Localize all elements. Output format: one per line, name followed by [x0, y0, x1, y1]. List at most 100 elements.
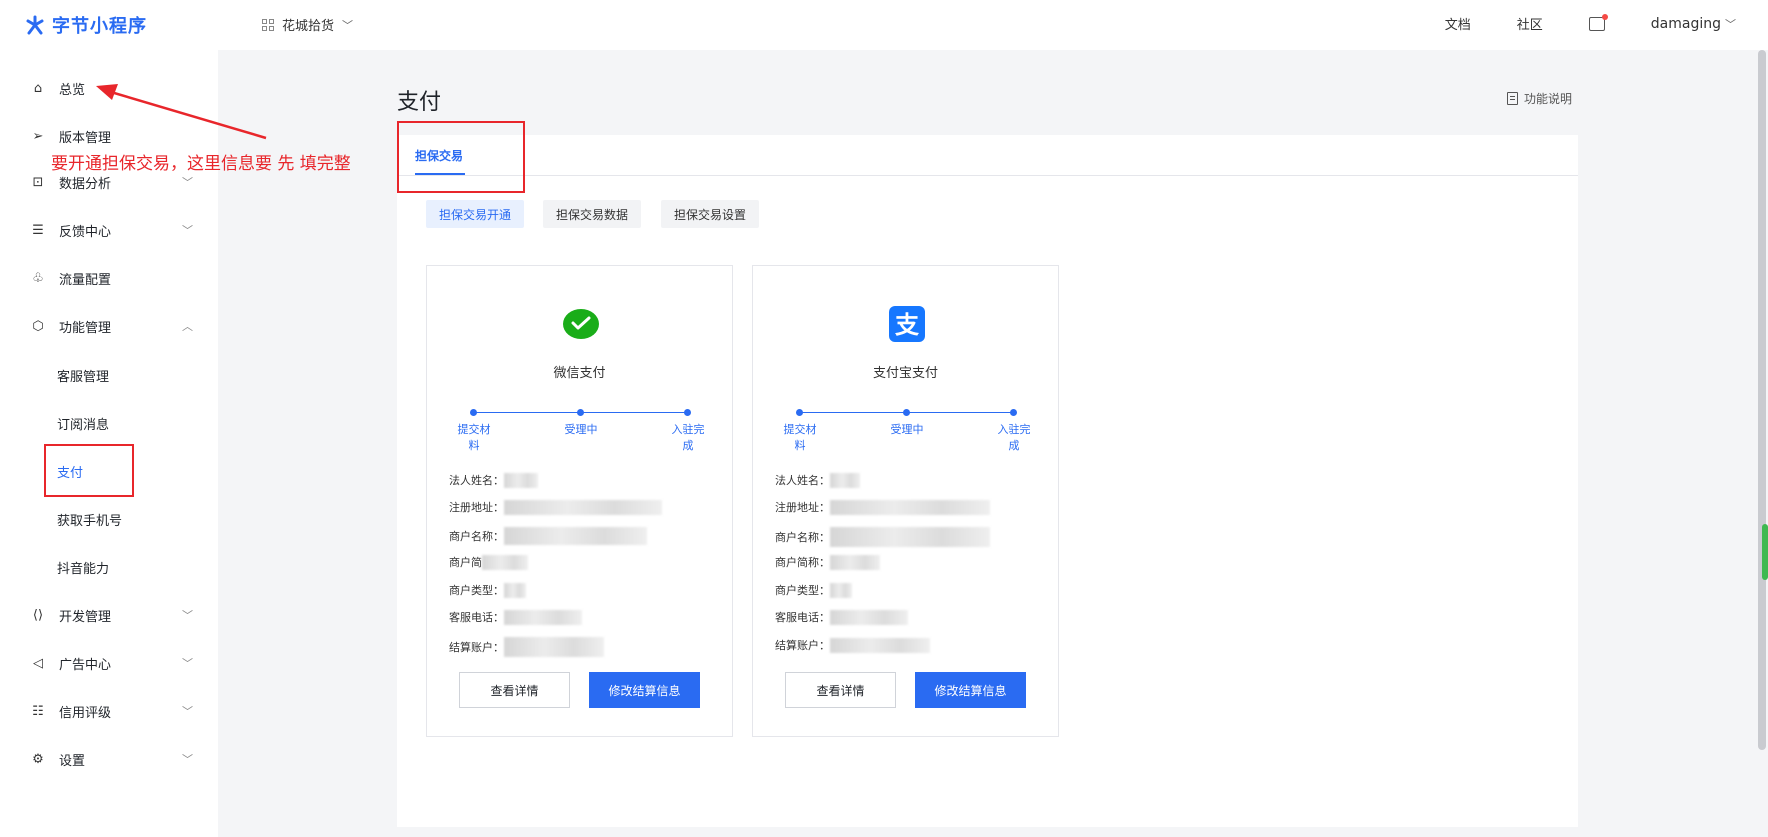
grid-icon — [262, 18, 274, 31]
svg-text:支: 支 — [895, 311, 920, 339]
field-merchant-short: 商户简 — [449, 554, 528, 570]
sidebar-sub-douyin[interactable]: 抖音能力 — [0, 547, 218, 587]
highlight-box-tab — [397, 121, 525, 193]
field-label: 法人姓名： — [775, 474, 830, 487]
chevron-down-icon: ﹀ — [182, 705, 193, 718]
step-label: 提交材料 — [783, 423, 817, 452]
sidebar-sub-label: 订阅消息 — [57, 417, 110, 433]
sidebar-item-feedback[interactable]: ☰ 反馈中心 ﹀ — [0, 210, 218, 250]
sidebar-item-dev[interactable]: ⟨⟩ 开发管理 ﹀ — [0, 595, 218, 635]
community-link[interactable]: 社区 — [1517, 14, 1543, 33]
sidebar-item-credit[interactable]: ☷ 信用评级 ﹀ — [0, 691, 218, 731]
sidebar-sub-label: 获取手机号 — [57, 513, 123, 529]
wechat-pay-icon — [563, 309, 599, 339]
pill-escrow-open[interactable]: 担保交易开通 — [426, 200, 525, 228]
chevron-down-icon: ﹀ — [1725, 17, 1736, 31]
document-icon — [1507, 92, 1518, 105]
field-label: 商户名称： — [449, 530, 504, 543]
logo[interactable]: 字节小程序 — [24, 12, 147, 38]
tab-bar: 担保交易 — [397, 135, 1578, 176]
view-details-button[interactable]: 查看详情 — [459, 672, 570, 708]
settings-icon: ⚙ — [32, 751, 44, 767]
sidebar-item-traffic[interactable]: ♧ 流量配置 — [0, 258, 218, 298]
docs-link[interactable]: 文档 — [1445, 14, 1471, 33]
field-label: 商户类型： — [775, 584, 830, 597]
field-label: 结算账户： — [449, 641, 504, 654]
field-merchant-type: 商户类型： — [775, 582, 852, 598]
cube-icon: ⬡ — [32, 318, 44, 334]
step-dot — [903, 409, 910, 416]
step-label: 提交材料 — [457, 423, 491, 452]
scroll-indicator — [1762, 524, 1768, 580]
pill-escrow-data[interactable]: 担保交易数据 — [543, 200, 642, 228]
redacted-value — [504, 609, 582, 625]
redacted-value — [830, 554, 880, 570]
chart-icon: ⊡ — [32, 174, 44, 190]
field-settlement-account: 结算账户： — [449, 637, 604, 657]
step-label: 受理中 — [564, 423, 598, 436]
field-merchant-short: 商户简称： — [775, 554, 880, 570]
field-merchant-name: 商户名称： — [775, 527, 990, 547]
field-address: 注册地址： — [775, 499, 990, 515]
step-dot — [1010, 409, 1017, 416]
card-title: 微信支付 — [553, 366, 606, 381]
send-icon: ➢ — [32, 128, 44, 144]
scrollbar-thumb[interactable] — [1758, 50, 1766, 750]
sidebar-sub-subscription[interactable]: 订阅消息 — [0, 403, 218, 443]
field-address: 注册地址： — [449, 499, 662, 515]
chevron-down-icon: ﹀ — [182, 753, 193, 766]
alipay-icon: 支 — [889, 306, 925, 342]
sidebar-item-label: 流量配置 — [59, 272, 112, 288]
step-dot — [470, 409, 477, 416]
field-settlement-account: 结算账户： — [775, 637, 930, 653]
sidebar-item-label: 信用评级 — [59, 705, 112, 721]
sidebar-item-label: 总览 — [59, 82, 86, 98]
field-legal-name: 法人姓名： — [775, 472, 860, 488]
alipay-card: 支 支付宝支付 提交材料 受理中 入驻完成 法人姓名： 注册地址： 商户名称： … — [752, 265, 1059, 737]
sidebar-sub-customer-service[interactable]: 客服管理 — [0, 355, 218, 395]
redacted-value — [830, 527, 990, 547]
edit-settlement-button[interactable]: 修改结算信息 — [915, 672, 1026, 708]
view-details-button[interactable]: 查看详情 — [785, 672, 896, 708]
pill-escrow-settings[interactable]: 担保交易设置 — [661, 200, 760, 228]
field-label: 注册地址： — [449, 501, 504, 514]
redacted-value — [482, 554, 528, 570]
field-legal-name: 法人姓名： — [449, 472, 538, 488]
user-menu[interactable]: damaging ﹀ — [1651, 16, 1736, 32]
sidebar-item-ads[interactable]: ◁ 广告中心 ﹀ — [0, 643, 218, 683]
sidebar-item-settings[interactable]: ⚙ 设置 ﹀ — [0, 739, 218, 779]
edit-settlement-button[interactable]: 修改结算信息 — [589, 672, 700, 708]
username: damaging — [1650, 15, 1721, 32]
annotation-arrow — [96, 84, 267, 140]
sidebar-item-label: 设置 — [59, 753, 86, 769]
field-label: 商户简称： — [775, 556, 830, 569]
field-label: 商户类型： — [449, 584, 504, 597]
home-icon: ⌂ — [33, 80, 43, 96]
megaphone-icon: ◁ — [33, 655, 43, 671]
top-right-nav: 文档 社区 damaging ﹀ — [1445, 13, 1736, 33]
step-dot — [577, 409, 584, 416]
step-label: 入驻完成 — [671, 423, 705, 452]
chevron-down-icon: ﹀ — [182, 609, 193, 622]
app-switcher[interactable]: 花城拾货 ﹀ — [262, 15, 353, 34]
mail-icon[interactable] — [1588, 13, 1608, 31]
sidebar-item-label: 数据分析 — [59, 176, 112, 192]
field-service-phone: 客服电话： — [449, 609, 582, 625]
chevron-up-icon: ︿ — [182, 320, 193, 333]
sidebar-sub-label: 客服管理 — [57, 369, 110, 385]
top-bar: 字节小程序 花城拾货 ﹀ 文档 社区 damaging ﹀ — [0, 0, 1768, 50]
field-label: 客服电话： — [775, 611, 830, 624]
sidebar-item-features[interactable]: ⬡ 功能管理 ︿ — [0, 306, 218, 346]
app-name: 花城拾货 — [282, 19, 335, 34]
sidebar-sub-phone[interactable]: 获取手机号 — [0, 499, 218, 539]
step-label: 入驻完成 — [997, 423, 1031, 452]
redacted-value — [504, 499, 662, 515]
field-service-phone: 客服电话： — [775, 609, 908, 625]
chevron-down-icon: ﹀ — [342, 18, 354, 32]
code-icon: ⟨⟩ — [32, 607, 44, 623]
flow-icon: ♧ — [32, 270, 44, 286]
redacted-value — [504, 637, 604, 657]
function-description-link[interactable]: 功能说明 — [1507, 90, 1572, 107]
scrollbar[interactable] — [1756, 50, 1768, 837]
redacted-value — [504, 527, 647, 545]
